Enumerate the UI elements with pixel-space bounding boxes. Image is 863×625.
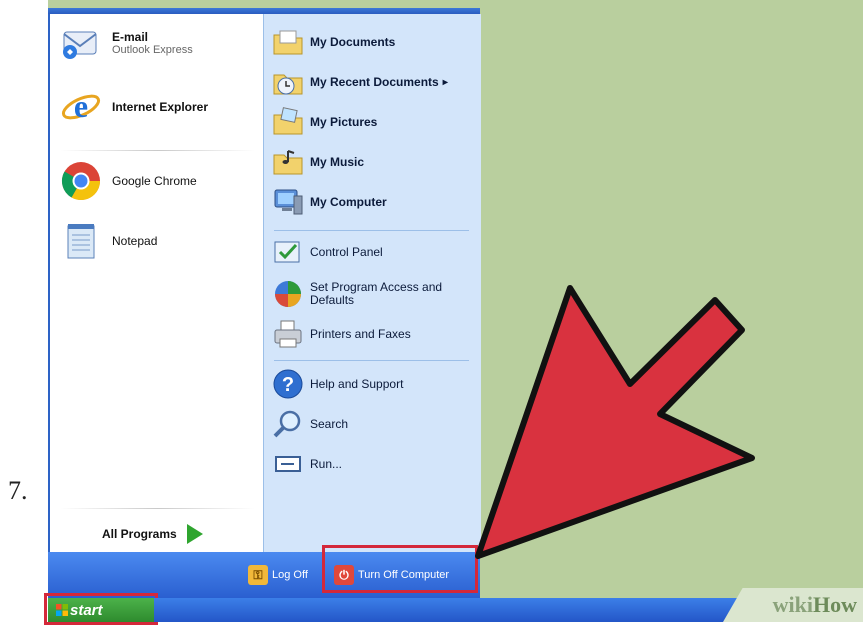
watermark-how: How [813, 592, 857, 617]
start-button[interactable]: start [48, 598, 154, 622]
start-label: start [70, 601, 103, 619]
wikihow-watermark: wiki How [723, 588, 863, 622]
watermark-wiki: wiki [772, 592, 813, 617]
windows-flag-icon [56, 604, 68, 616]
red-arrow-icon [475, 285, 755, 559]
